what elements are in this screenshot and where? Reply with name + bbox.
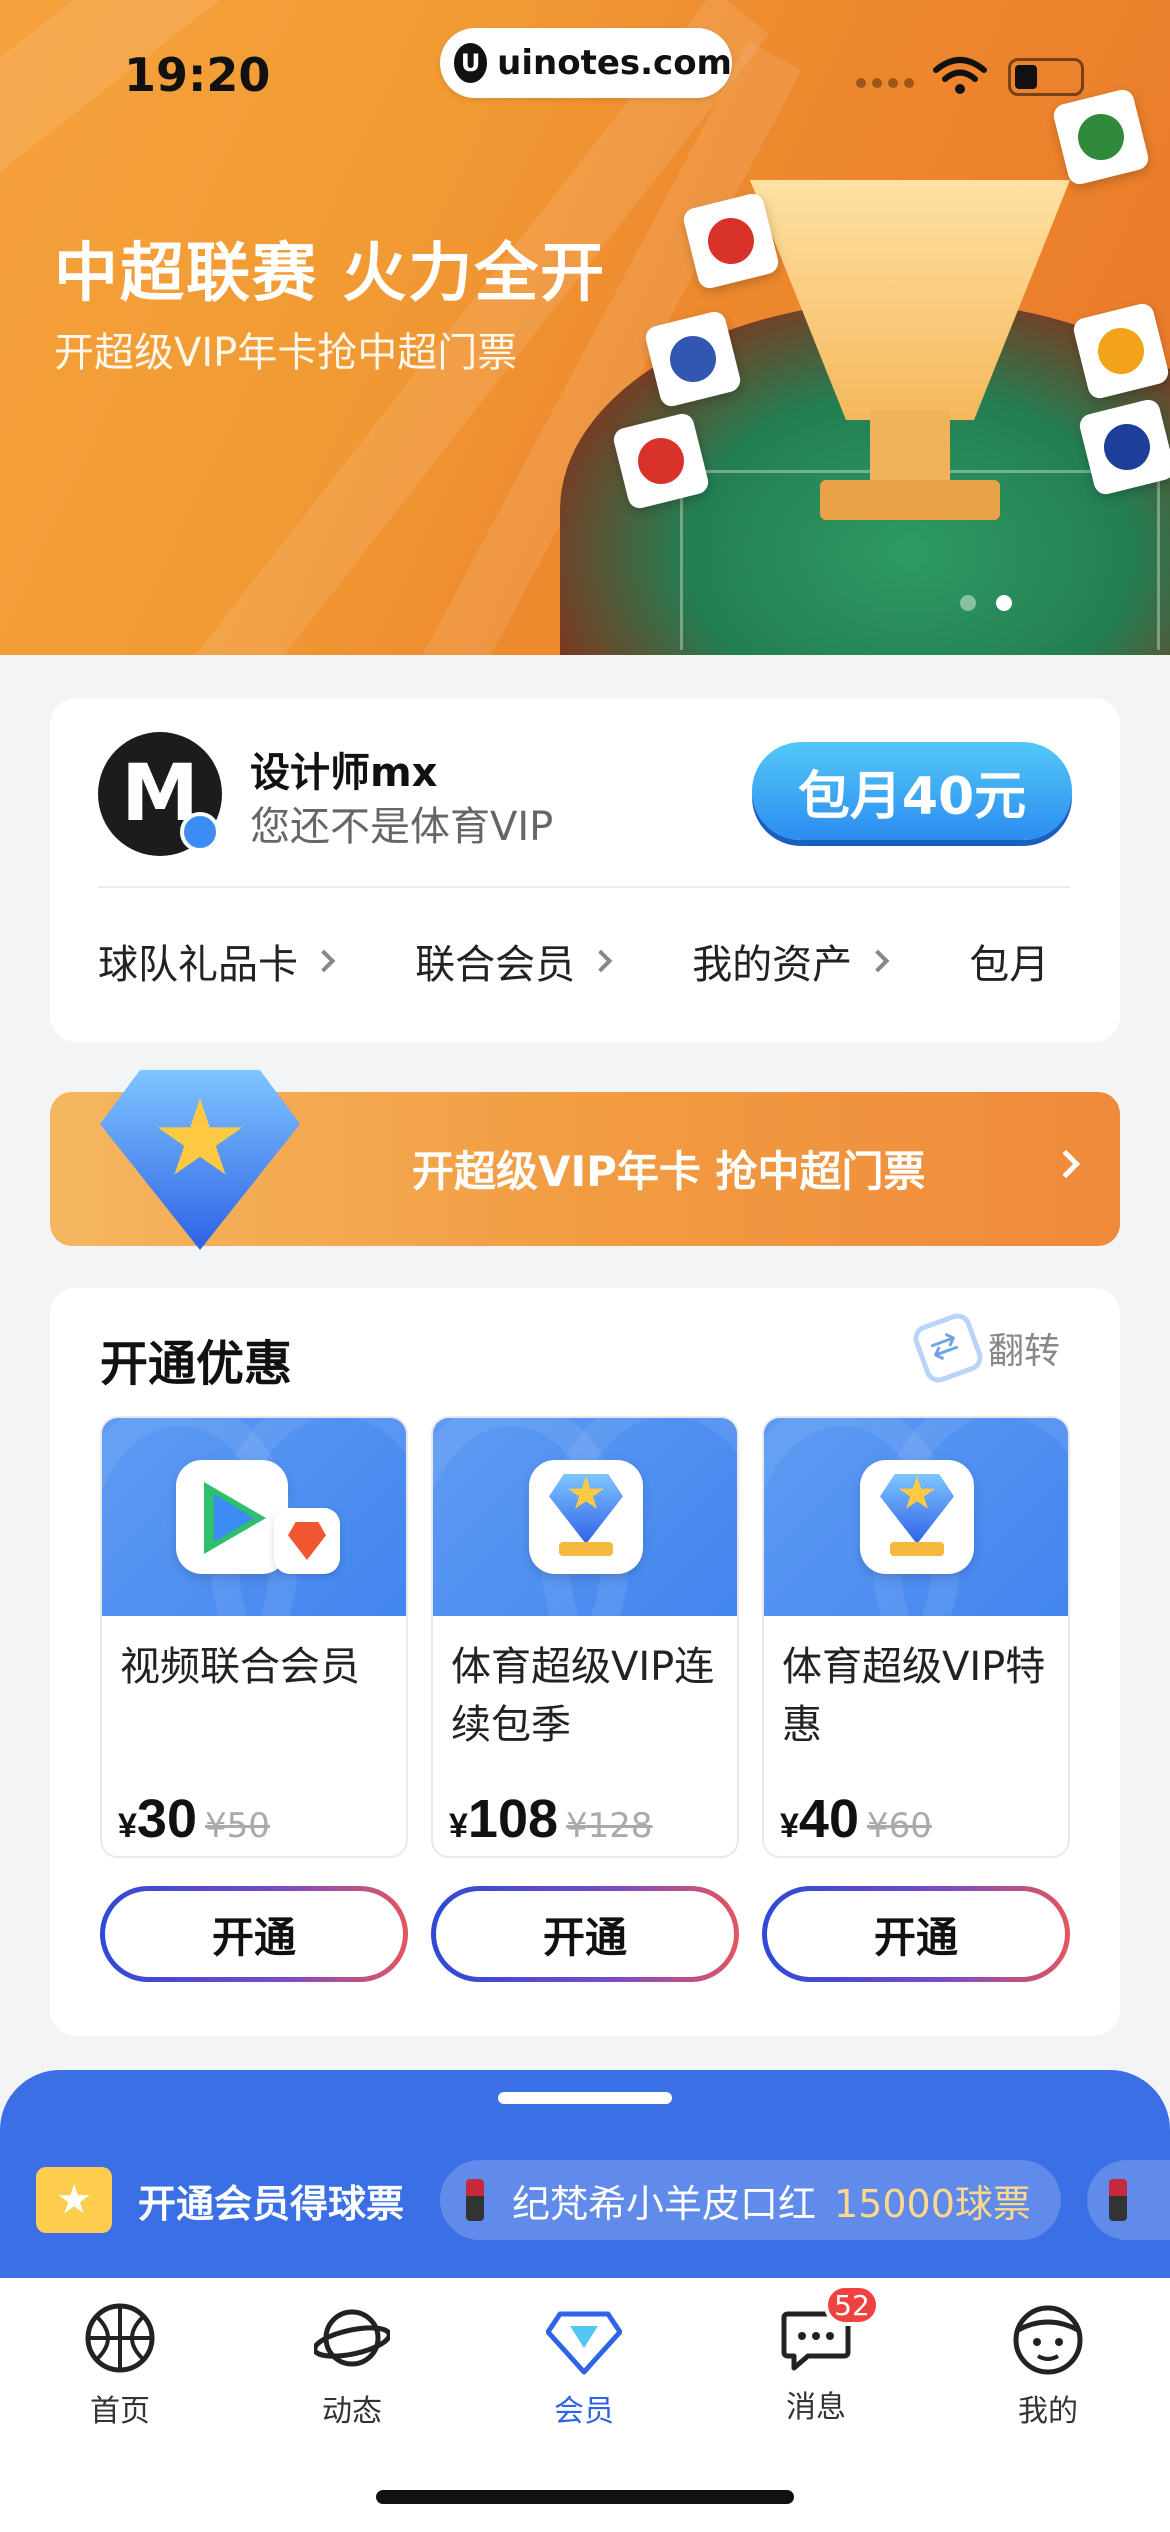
offer-price: ¥40 ¥60 xyxy=(780,1789,932,1849)
carousel-indicator xyxy=(960,595,1012,611)
basketball-icon xyxy=(85,2303,155,2373)
open-button[interactable]: 开通 xyxy=(762,1886,1070,1982)
chevron-right-icon xyxy=(589,949,613,973)
unread-badge: 52 xyxy=(824,2284,880,2326)
offers-title: 开通优惠 xyxy=(100,1336,293,1392)
offer-price: ¥30 ¥50 xyxy=(118,1789,270,1849)
wifi-icon xyxy=(933,57,987,94)
cellular-signal-icon xyxy=(856,78,914,88)
quick-link-monthly[interactable]: 包月 xyxy=(969,932,1049,990)
vip-diamond-icon xyxy=(860,1460,974,1574)
reward-points: 15000球票 xyxy=(834,2181,1031,2226)
vip-diamond-icon xyxy=(100,1070,300,1250)
vip-status-text: 您还不是体育VIP xyxy=(250,804,554,850)
offer-name: 视频联合会员 xyxy=(120,1644,360,1690)
flip-button[interactable]: 翻转 xyxy=(909,1309,1061,1387)
quick-link-team-gift-card[interactable]: 球队礼品卡 xyxy=(98,932,336,990)
face-icon xyxy=(1013,2305,1083,2375)
offer-image xyxy=(764,1418,1068,1616)
annual-vip-promo-banner[interactable]: 开超级VIP年卡 抢中超门票 xyxy=(50,1070,1120,1250)
profile-card: M 设计师mx 您还不是体育VIP 包月40元 球队礼品卡 联合会员 我的资产 … xyxy=(50,698,1120,1042)
original-price: ¥50 xyxy=(205,1806,270,1846)
offers-card: 开通优惠 翻转 视频联合会员 ¥30 ¥50 体育超级VIP连续包季 xyxy=(50,1288,1120,2036)
gem-icon xyxy=(274,1508,340,1574)
vip-diamond-icon xyxy=(529,1460,643,1574)
quick-links-row: 球队礼品卡 联合会员 我的资产 包月 xyxy=(98,932,1120,992)
monthly-subscribe-button[interactable]: 包月40元 xyxy=(752,742,1072,840)
reward-item[interactable] xyxy=(1086,2160,1170,2240)
quick-link-my-assets[interactable]: 我的资产 xyxy=(692,932,890,990)
tab-home[interactable]: 首页 xyxy=(50,2300,190,2430)
flip-label: 翻转 xyxy=(988,1331,1061,1372)
ticket-row: ★ 开通会员得球票 纪梵希小羊皮口红 15000球票 xyxy=(36,2160,1170,2240)
banner-subtitle: 开超级VIP年卡抢中超门票 xyxy=(54,330,518,376)
drag-handle[interactable] xyxy=(498,2092,672,2104)
url-pill: U uinotes.com xyxy=(440,28,732,98)
carousel-dot-active xyxy=(996,595,1012,611)
tab-membership[interactable]: 会员 xyxy=(514,2300,654,2430)
battery-icon xyxy=(1008,58,1084,96)
offer-name: 体育超级VIP连续包季 xyxy=(451,1644,715,1748)
open-button[interactable]: 开通 xyxy=(431,1886,739,1982)
original-price: ¥128 xyxy=(566,1806,653,1846)
offer-card[interactable]: 体育超级VIP特惠 ¥40 ¥60 xyxy=(762,1416,1070,1858)
uinotes-logo-icon: U xyxy=(454,43,488,83)
offer-image xyxy=(102,1418,406,1616)
url-text: uinotes.com xyxy=(497,43,732,83)
quick-link-joint-membership[interactable]: 联合会员 xyxy=(415,932,613,990)
offer-name: 体育超级VIP特惠 xyxy=(782,1644,1046,1748)
flip-icon xyxy=(909,1309,987,1387)
team-badge xyxy=(1051,87,1151,187)
offer-card[interactable]: 视频联合会员 ¥30 ¥50 xyxy=(100,1416,408,1858)
banner-title: 中超联赛 火力全开 xyxy=(54,237,607,311)
lipstick-icon xyxy=(1108,2179,1127,2221)
home-indicator xyxy=(376,2490,794,2504)
chevron-right-icon xyxy=(1051,1149,1081,1179)
offer-price: ¥108 ¥128 xyxy=(449,1789,653,1849)
reward-item[interactable]: 纪梵希小羊皮口红 15000球票 xyxy=(440,2160,1061,2240)
original-price: ¥60 xyxy=(867,1806,932,1846)
video-app-icon xyxy=(176,1460,288,1574)
divider xyxy=(98,886,1070,888)
promo-text: 开超级VIP年卡 抢中超门票 xyxy=(412,1147,926,1196)
offer-image xyxy=(433,1418,737,1616)
status-time: 19:20 xyxy=(124,48,271,102)
ticket-label: 开通会员得球票 xyxy=(138,2181,405,2226)
carousel-dot xyxy=(960,595,976,611)
chevron-right-icon xyxy=(312,949,336,973)
username: 设计师mx xyxy=(250,750,438,796)
tab-profile[interactable]: 我的 xyxy=(978,2300,1118,2430)
ticket-rewards-panel[interactable]: ★ 开通会员得球票 纪梵希小羊皮口红 15000球票 xyxy=(0,2070,1170,2290)
tab-messages[interactable]: 52 消息 xyxy=(746,2284,886,2426)
offer-card[interactable]: 体育超级VIP连续包季 ¥108 ¥128 xyxy=(431,1416,739,1858)
diamond-icon xyxy=(545,2311,623,2375)
open-button[interactable]: 开通 xyxy=(100,1886,408,1982)
lipstick-icon xyxy=(466,2179,485,2221)
reward-name: 纪梵希小羊皮口红 xyxy=(512,2181,817,2226)
planet-icon xyxy=(312,2309,392,2367)
tab-feed[interactable]: 动态 xyxy=(282,2300,422,2430)
verified-badge-icon xyxy=(180,812,220,852)
chevron-right-icon xyxy=(866,949,890,973)
star-icon: ★ xyxy=(36,2167,112,2233)
